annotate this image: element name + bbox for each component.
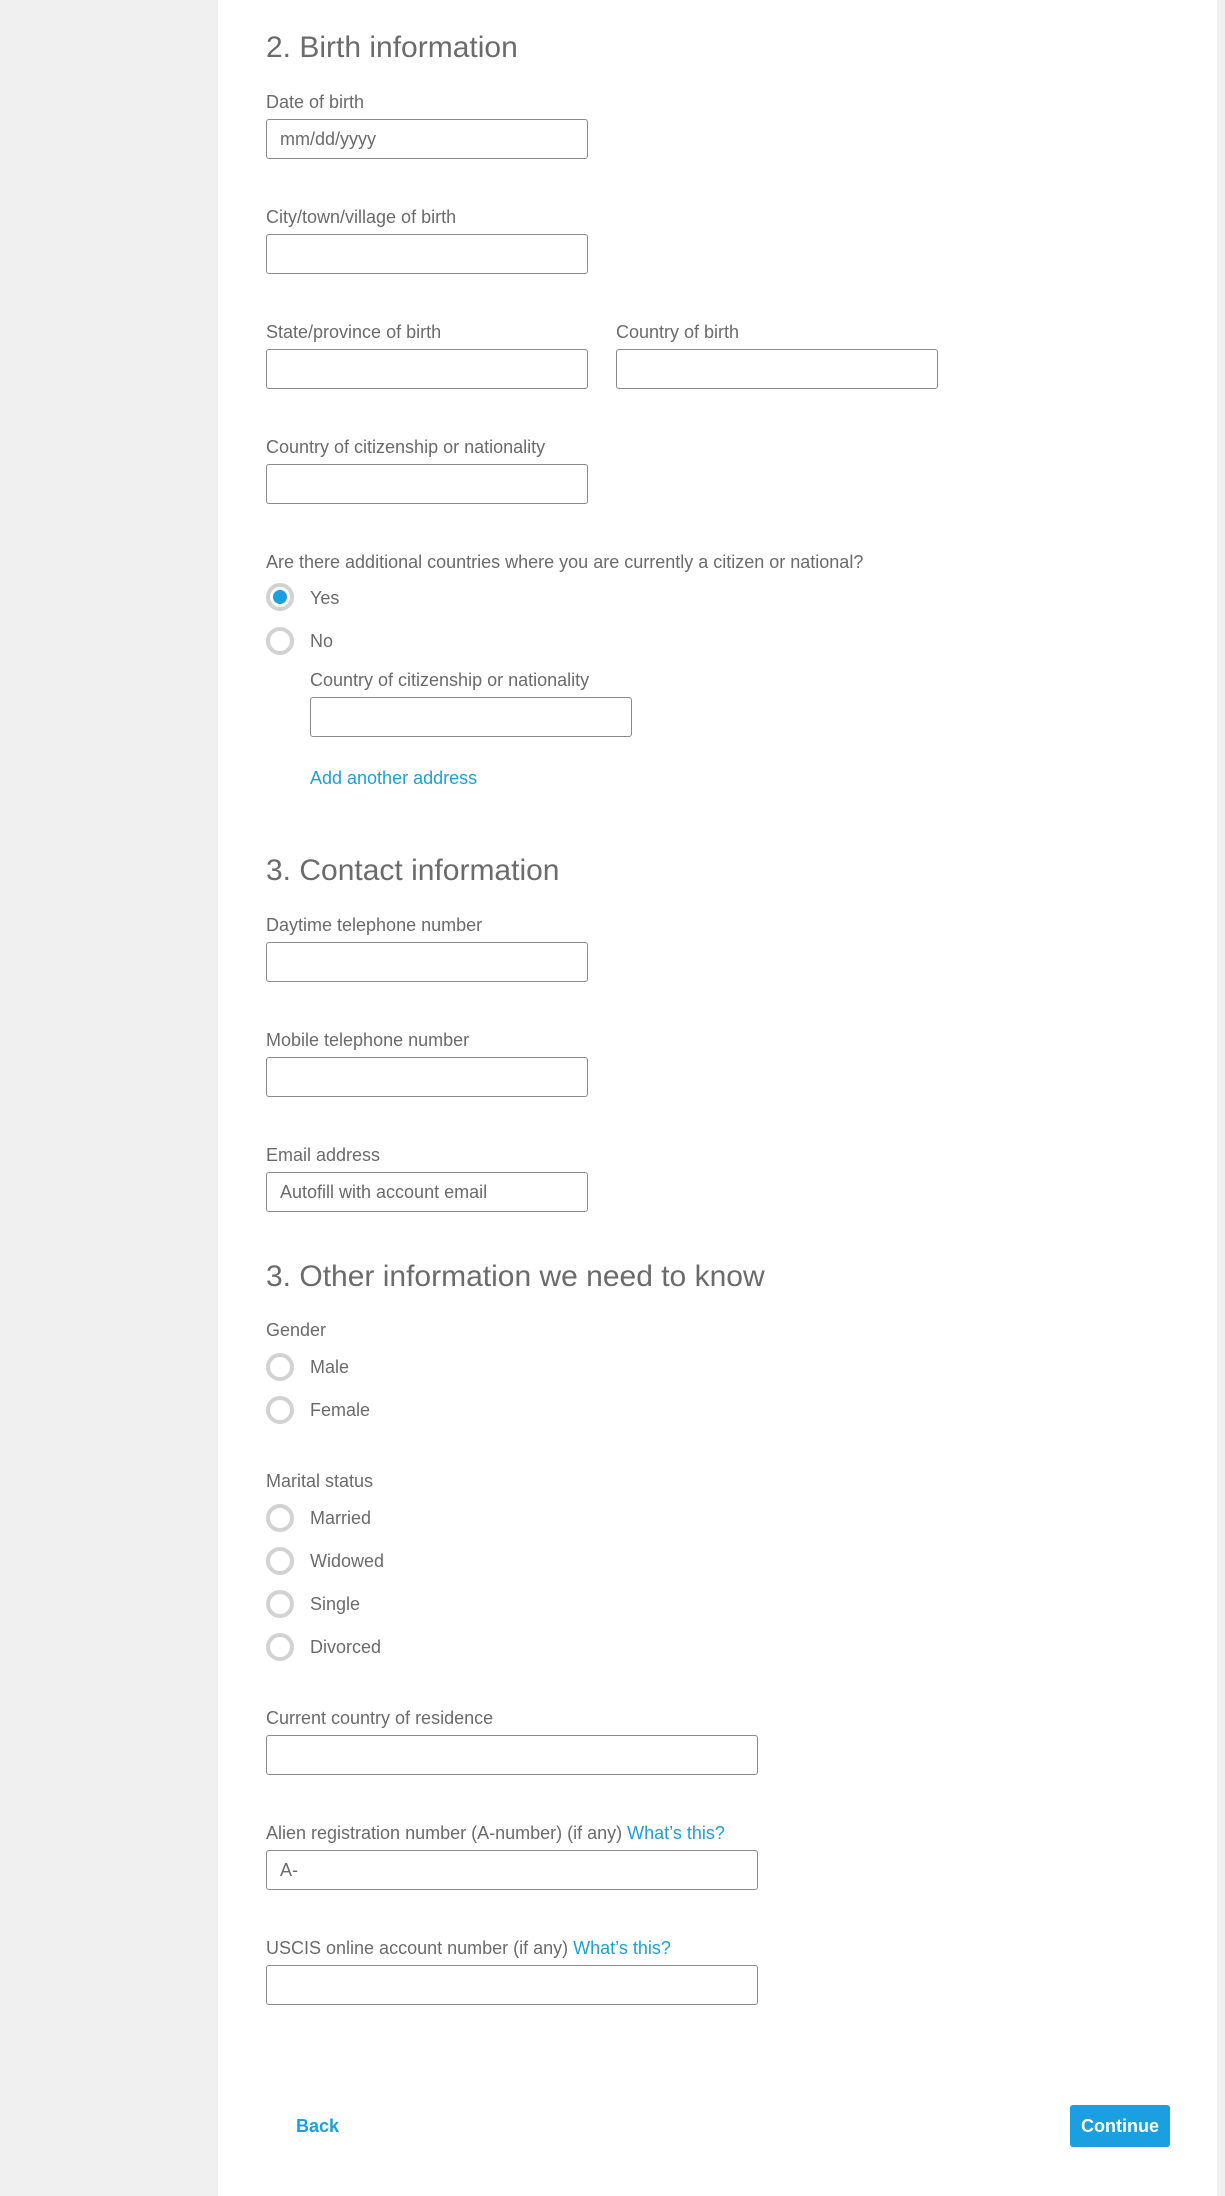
radio-no-label: No [310,631,334,651]
additional-citizenship-question: Are there additional countries where you… [266,552,864,572]
radio-yes[interactable] [266,583,294,611]
radio-female-label: Female [310,1400,371,1420]
a-number-label-text: Alien registration number (A-number) (if… [266,1823,623,1843]
gender-label: Gender [266,1320,327,1340]
continue-button[interactable]: Continue [1070,2105,1170,2147]
uscis-account-label: USCIS online account number (if any) Wha… [266,1937,671,1959]
a-number-help-link[interactable]: What’s this? [627,1823,725,1843]
residence-label: Current country of residence [266,1708,494,1728]
radio-male-label: Male [310,1357,350,1377]
citizenship-label: Country of citizenship or nationality [266,437,546,457]
daytime-phone-input[interactable] [266,942,588,982]
radio-divorced[interactable] [266,1633,294,1661]
marital-status-label: Marital status [266,1471,374,1491]
add-another-address-link[interactable]: Add another address [310,767,477,789]
radio-widowed-label: Widowed [310,1551,385,1571]
uscis-account-input[interactable] [266,1965,758,2005]
citizenship-input[interactable] [266,464,588,504]
a-number-label: Alien registration number (A-number) (if… [266,1822,725,1844]
radio-no[interactable] [266,627,294,655]
dob-input[interactable] [266,119,588,159]
radio-male[interactable] [266,1353,294,1381]
section-heading-birth: 2. Birth information [266,31,518,64]
email-label: Email address [266,1145,381,1165]
mobile-phone-label: Mobile telephone number [266,1030,470,1050]
radio-widowed[interactable] [266,1547,294,1575]
additional-citizenship-label: Country of citizenship or nationality [310,670,590,690]
additional-citizenship-input[interactable] [310,697,632,737]
country-of-birth-input[interactable] [616,349,938,389]
city-of-birth-input[interactable] [266,234,588,274]
dob-label: Date of birth [266,92,365,112]
state-of-birth-input[interactable] [266,349,588,389]
radio-yes-label: Yes [310,588,340,608]
right-gutter [1217,0,1225,2196]
radio-single[interactable] [266,1590,294,1618]
uscis-account-label-text: USCIS online account number (if any) [266,1938,569,1958]
radio-married[interactable] [266,1504,294,1532]
residence-input[interactable] [266,1735,758,1775]
radio-single-label: Single [310,1594,361,1614]
mobile-phone-input[interactable] [266,1057,588,1097]
radio-female[interactable] [266,1396,294,1424]
radio-divorced-label: Divorced [310,1637,382,1657]
daytime-phone-label: Daytime telephone number [266,915,483,935]
a-number-input[interactable] [266,1850,758,1890]
section-heading-other: 3. Other information we need to know [266,1260,765,1293]
back-button[interactable]: Back [296,2115,339,2137]
uscis-help-link[interactable]: What’s this? [573,1938,671,1958]
country-of-birth-label: Country of birth [616,322,740,342]
state-of-birth-label: State/province of birth [266,322,442,342]
section-heading-contact: 3. Contact information [266,854,560,887]
email-input[interactable] [266,1172,588,1212]
city-of-birth-label: City/town/village of birth [266,207,457,227]
radio-married-label: Married [310,1508,372,1528]
